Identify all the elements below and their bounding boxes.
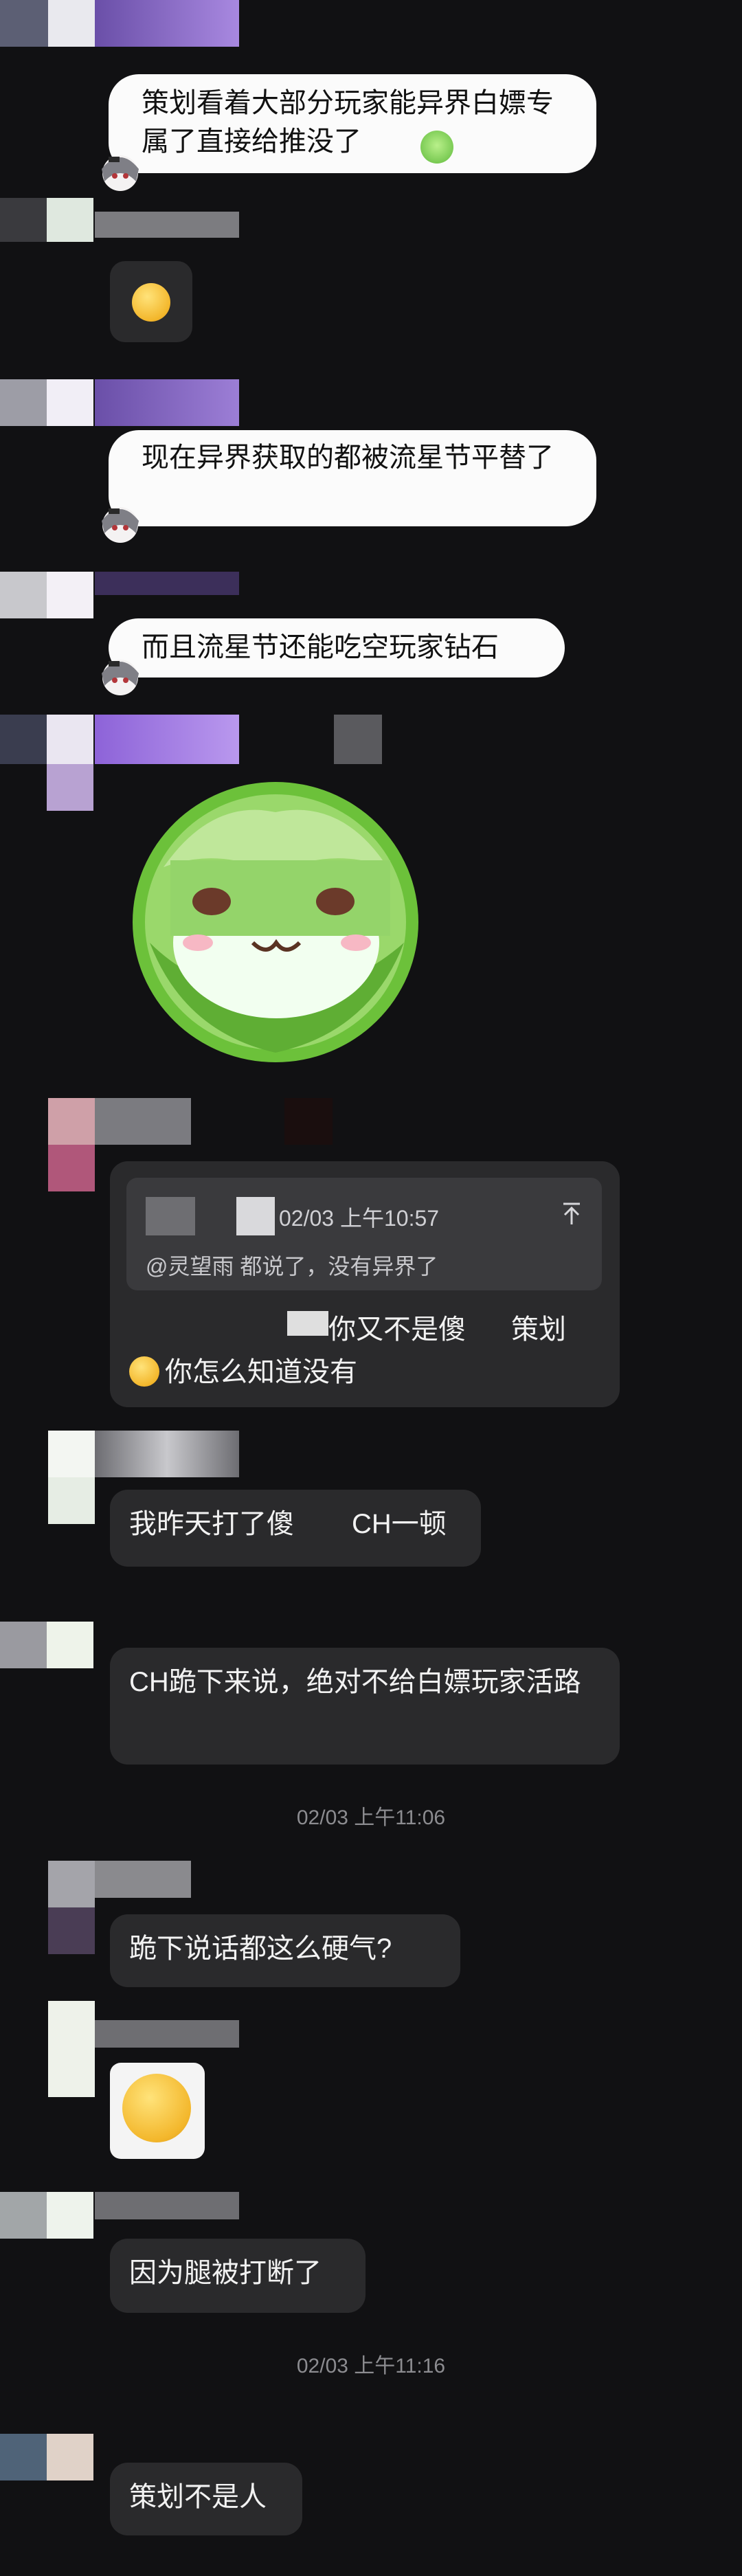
censored-avatar-9b xyxy=(48,1907,95,1954)
censored-avatar-8 xyxy=(0,1622,47,1668)
message-bubble-4[interactable]: 而且流星节还能吃空玩家钻石 xyxy=(109,618,565,677)
censored-avatar-5c xyxy=(47,764,93,811)
censored-name-2 xyxy=(95,212,239,238)
cabbage-sticker-icon[interactable] xyxy=(122,771,429,1071)
message-text-b: CH一顿 xyxy=(352,1509,447,1539)
censored-avatar-4b xyxy=(47,572,93,618)
censored-avatar-12 xyxy=(0,2434,47,2480)
message-bubble-1[interactable]: 策划看着大部分玩家能异界白嫖专属了直接给推没了 xyxy=(109,74,596,173)
message-bubble-2[interactable] xyxy=(110,261,192,342)
laughing-face-sticker-icon xyxy=(122,2074,191,2142)
censored-avatar-1b xyxy=(48,0,95,47)
message-bubble-8[interactable]: CH跪下来说，绝对不给白嫖玩家活路 xyxy=(110,1648,620,1765)
reply-text-line1b: 策划 xyxy=(511,1314,566,1345)
quote-block[interactable]: 02/03 上午10:57 @灵望雨 都说了，没有异界了 xyxy=(126,1178,602,1290)
message-text: 策划不是人 xyxy=(129,2482,267,2512)
chibi-avatar-decoration-icon xyxy=(102,660,139,695)
reply-text-line1: 你又不是傻 xyxy=(328,1314,466,1345)
message-text: 策划看着大部分玩家能异界白嫖专属了直接给推没了 xyxy=(142,87,554,157)
message-bubble-10[interactable] xyxy=(110,2063,205,2159)
message-text: 而且流星节还能吃空玩家钻石 xyxy=(142,631,499,663)
arrow-up-to-top-icon[interactable] xyxy=(558,1200,585,1227)
censored-name-10 xyxy=(95,2020,239,2048)
censored-avatar-12b xyxy=(47,2434,93,2480)
chibi-avatar-decoration-icon xyxy=(102,155,139,191)
message-text: CH跪下来说，绝对不给白嫖玩家活路 xyxy=(129,1667,581,1697)
message-bubble-reply[interactable]: 02/03 上午10:57 @灵望雨 都说了，没有异界了 你又不是傻 策划 你怎… xyxy=(110,1161,620,1407)
timestamp-divider-2: 02/03 上午11:16 xyxy=(296,2355,446,2377)
censored-avatar-7 xyxy=(48,1431,95,1477)
message-bubble-12[interactable]: 策划不是人 xyxy=(110,2463,302,2535)
message-text: 现在异界获取的都被流星节平替了 xyxy=(142,442,554,473)
message-text: 因为腿被打断了 xyxy=(129,2258,322,2288)
censored-name-3 xyxy=(95,379,239,426)
censored-avatar-6 xyxy=(48,1098,95,1145)
censored-avatar-10 xyxy=(48,2001,95,2097)
censored-quote-name-b xyxy=(236,1197,275,1235)
dinosaur-emoji-icon xyxy=(420,131,453,164)
censored-mention xyxy=(287,1311,328,1336)
grinning-face-icon xyxy=(132,283,170,322)
censored-avatar-8b xyxy=(47,1622,93,1668)
censored-avatar-7b xyxy=(48,1477,95,1524)
reply-text-line2: 你怎么知道没有 xyxy=(165,1357,357,1387)
censored-avatar-11 xyxy=(0,2192,47,2239)
message-bubble-3[interactable]: 现在异界获取的都被流星节平替了 xyxy=(109,430,596,526)
censored-avatar-3b xyxy=(47,379,93,426)
censored-name-6b xyxy=(284,1098,333,1145)
quote-text: @灵望雨 都说了，没有异界了 xyxy=(146,1254,438,1279)
censored-avatar-5 xyxy=(0,715,47,764)
censored-name-11 xyxy=(95,2192,239,2219)
message-text: 跪下说话都这么硬气? xyxy=(129,1934,392,1964)
message-bubble-11[interactable]: 因为腿被打断了 xyxy=(110,2239,366,2313)
message-text: 我昨天打了傻 xyxy=(129,1509,294,1539)
quote-timestamp: 02/03 上午10:57 xyxy=(279,1206,440,1231)
message-bubble-9[interactable]: 跪下说话都这么硬气? xyxy=(110,1914,460,1987)
message-bubble-7[interactable]: 我昨天打了傻 CH一顿 xyxy=(110,1490,481,1567)
censored-name-6 xyxy=(95,1098,191,1145)
timestamp-divider-1: 02/03 上午11:06 xyxy=(296,1806,446,1829)
censored-name-5 xyxy=(95,715,239,764)
censored-avatar-11b xyxy=(47,2192,93,2239)
censored-name-9 xyxy=(95,1861,191,1898)
censored-name-7 xyxy=(95,1431,239,1477)
censored-avatar-3 xyxy=(0,379,47,426)
chibi-avatar-decoration-icon xyxy=(102,507,139,543)
grinning-face-icon xyxy=(129,1356,159,1387)
censored-avatar-2 xyxy=(0,198,47,242)
censored-avatar-5b xyxy=(47,715,93,764)
censored-quote-name xyxy=(146,1197,195,1235)
censored-avatar-6b xyxy=(48,1145,95,1191)
censored-name-5b xyxy=(334,715,382,764)
censored-avatar-9 xyxy=(48,1861,95,1907)
censored-avatar-4 xyxy=(0,572,47,618)
censored-name-4 xyxy=(95,572,239,595)
censored-name-1 xyxy=(95,0,239,47)
censored-avatar-2b xyxy=(47,198,93,242)
censored-avatar-1 xyxy=(0,0,48,47)
